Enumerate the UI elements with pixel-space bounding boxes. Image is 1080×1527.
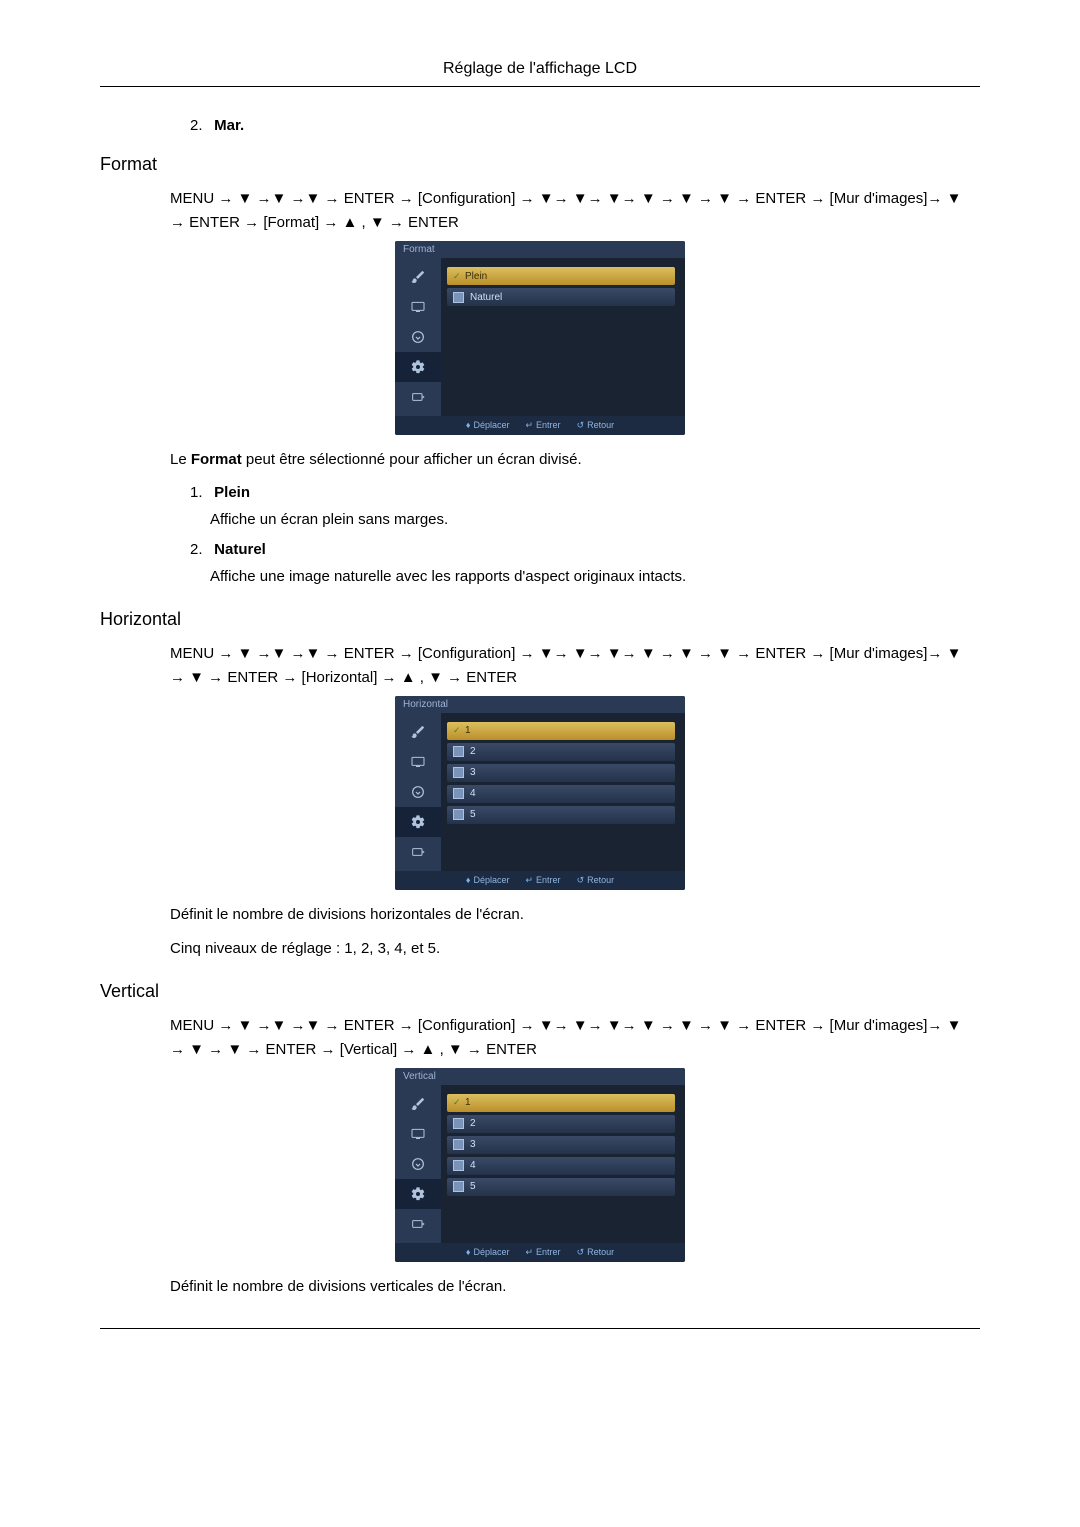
osd-option-label: Naturel xyxy=(470,292,502,303)
osd-option-label: 4 xyxy=(470,788,476,799)
list-item: 1. Plein xyxy=(190,484,980,501)
gear-icon xyxy=(395,807,441,837)
circle-arrow-icon xyxy=(395,322,441,352)
osd-option-5: 5 xyxy=(447,806,675,824)
screen-icon xyxy=(395,292,441,322)
osd-menu-list: ✓Plein Naturel xyxy=(441,258,685,416)
nav-path: MENU → ▼ →▼ →▼ → ENTER → [Configuration]… xyxy=(170,187,980,235)
footer-enter: Entrer xyxy=(536,875,561,885)
text-bold: Format xyxy=(191,451,242,468)
footer-move: Déplacer xyxy=(473,875,509,885)
osd-option-3: 3 xyxy=(447,764,675,782)
return-icon: ↺ xyxy=(577,875,585,885)
osd-title: Format xyxy=(395,241,685,258)
footer-move: Déplacer xyxy=(473,420,509,430)
brush-icon xyxy=(395,1089,441,1119)
circle-arrow-icon xyxy=(395,777,441,807)
osd-option-1: ✓1 xyxy=(447,722,675,740)
text: peut être sélectionné pour afficher un é… xyxy=(242,451,582,468)
osd-option-label: 1 xyxy=(465,1097,471,1108)
nav-path: MENU → ▼ →▼ →▼ → ENTER → [Configuration]… xyxy=(170,1014,980,1062)
screen-icon xyxy=(395,747,441,777)
enter-icon: ↵ xyxy=(526,1247,534,1257)
osd-title: Horizontal xyxy=(395,696,685,713)
list-label: Mar. xyxy=(214,117,244,134)
footer-return: Retour xyxy=(587,875,614,885)
page-header: Réglage de l'affichage LCD xyxy=(100,60,980,87)
osd-option-4: 4 xyxy=(447,1157,675,1175)
osd-option-5: 5 xyxy=(447,1178,675,1196)
body-text: Le Format peut être sélectionné pour aff… xyxy=(170,449,980,472)
list-title: Naturel xyxy=(214,541,266,558)
move-icon: ♦ xyxy=(466,420,471,430)
list-title: Plein xyxy=(214,484,250,501)
list-desc: Affiche un écran plein sans marges. xyxy=(210,509,980,532)
osd-option-label: 3 xyxy=(470,1139,476,1150)
osd-menu-list: ✓1 2 3 4 5 xyxy=(441,713,685,871)
gear-icon xyxy=(395,352,441,382)
brush-icon xyxy=(395,262,441,292)
footer-enter: Entrer xyxy=(536,420,561,430)
osd-option-label: 2 xyxy=(470,1118,476,1129)
section-title-horizontal: Horizontal xyxy=(100,609,980,630)
input-icon xyxy=(395,837,441,867)
osd-option-label: Plein xyxy=(465,271,487,282)
body-text: Cinq niveaux de réglage : 1, 2, 3, 4, et… xyxy=(170,938,980,961)
osd-option-2: 2 xyxy=(447,743,675,761)
osd-option-3: 3 xyxy=(447,1136,675,1154)
section-title-vertical: Vertical xyxy=(100,981,980,1002)
list-desc: Affiche une image naturelle avec les rap… xyxy=(210,566,980,589)
osd-option-label: 4 xyxy=(470,1160,476,1171)
osd-menu-list: ✓1 2 3 4 5 xyxy=(441,1085,685,1243)
osd-title: Vertical xyxy=(395,1068,685,1085)
osd-sidebar xyxy=(395,713,441,871)
osd-screenshot-vertical: Vertical ✓1 2 3 4 5 ♦Déplacer xyxy=(100,1068,980,1262)
gear-icon xyxy=(395,1179,441,1209)
screen-icon xyxy=(395,1119,441,1149)
body-text: Définit le nombre de divisions verticale… xyxy=(170,1276,980,1299)
move-icon: ♦ xyxy=(466,1247,471,1257)
osd-footer: ♦Déplacer ↵Entrer ↺Retour xyxy=(395,416,685,435)
text: Le xyxy=(170,451,191,468)
osd-option-1: ✓1 xyxy=(447,1094,675,1112)
osd-option-label: 2 xyxy=(470,746,476,757)
list-item: 2. Naturel xyxy=(190,541,980,558)
footer-return: Retour xyxy=(587,420,614,430)
osd-option-2: 2 xyxy=(447,1115,675,1133)
osd-option-label: 5 xyxy=(470,809,476,820)
osd-option-label: 1 xyxy=(465,725,471,736)
osd-sidebar xyxy=(395,1085,441,1243)
footer-enter: Entrer xyxy=(536,1247,561,1257)
input-icon xyxy=(395,1209,441,1239)
enter-icon: ↵ xyxy=(526,420,534,430)
brush-icon xyxy=(395,717,441,747)
osd-option-4: 4 xyxy=(447,785,675,803)
list-number: 1. xyxy=(190,484,210,501)
return-icon: ↺ xyxy=(577,420,585,430)
footer-rule xyxy=(100,1328,980,1329)
osd-footer: ♦Déplacer ↵Entrer ↺Retour xyxy=(395,1243,685,1262)
footer-return: Retour xyxy=(587,1247,614,1257)
list-number: 2. xyxy=(190,541,210,558)
move-icon: ♦ xyxy=(466,875,471,885)
osd-option-naturel: Naturel xyxy=(447,288,675,306)
osd-option-plein: ✓Plein xyxy=(447,267,675,285)
osd-screenshot-format: Format ✓Plein Naturel ♦Déplacer ↵Entrer … xyxy=(100,241,980,435)
osd-sidebar xyxy=(395,258,441,416)
document-page: Réglage de l'affichage LCD 2. Mar. Forma… xyxy=(0,0,1080,1527)
osd-option-label: 5 xyxy=(470,1181,476,1192)
osd-option-label: 3 xyxy=(470,767,476,778)
body-text: Définit le nombre de divisions horizonta… xyxy=(170,904,980,927)
section-title-format: Format xyxy=(100,154,980,175)
footer-move: Déplacer xyxy=(473,1247,509,1257)
nav-path: MENU → ▼ →▼ →▼ → ENTER → [Configuration]… xyxy=(170,642,980,690)
list-number: 2. xyxy=(190,117,210,134)
input-icon xyxy=(395,382,441,412)
osd-footer: ♦Déplacer ↵Entrer ↺Retour xyxy=(395,871,685,890)
circle-arrow-icon xyxy=(395,1149,441,1179)
osd-screenshot-horizontal: Horizontal ✓1 2 3 4 5 ♦Déplace xyxy=(100,696,980,890)
return-icon: ↺ xyxy=(577,1247,585,1257)
enter-icon: ↵ xyxy=(526,875,534,885)
list-item: 2. Mar. xyxy=(190,117,980,134)
